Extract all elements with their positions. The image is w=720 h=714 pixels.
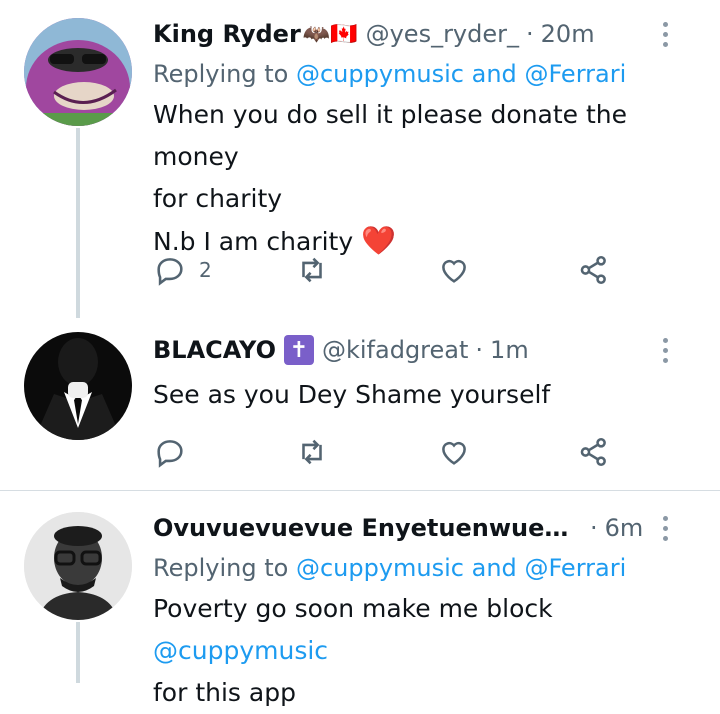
author-emoji: 🦇🇨🇦 — [302, 21, 358, 47]
avatar-blacayo[interactable] — [24, 332, 132, 440]
like-icon — [442, 259, 466, 283]
reply-icon — [157, 258, 183, 286]
avatar-ovuvuevuevue[interactable] — [24, 512, 132, 620]
share-icon — [580, 437, 606, 467]
share-button[interactable] — [577, 250, 611, 290]
tweet-text: When you do sell it please donate the mo… — [153, 100, 628, 257]
replying-to: Replying to @cuppymusic and @Ferrari — [153, 60, 627, 88]
replying-to: Replying to @cuppymusic and @Ferrari — [153, 554, 627, 582]
timestamp[interactable]: 20m — [541, 20, 595, 48]
author-name[interactable]: BLACAYO — [153, 336, 276, 364]
mention-cuppymusic[interactable]: @cuppymusic — [153, 636, 328, 665]
tweet-text: Poverty go soon make me block @cuppymusi… — [153, 594, 553, 707]
author-name[interactable]: Ovuvuevuevue Enyetuenwuevue Ug... — [153, 514, 583, 542]
mention-ferrari[interactable]: @Ferrari — [524, 60, 626, 88]
author-name[interactable]: King Ryder — [153, 20, 301, 48]
mention-ferrari[interactable]: @Ferrari — [524, 554, 626, 582]
separator: · — [526, 20, 534, 48]
mention-cuppymusic[interactable]: @cuppymusic — [296, 60, 464, 88]
author-handle[interactable]: @yes_ryder_ — [366, 20, 519, 48]
retweet-button[interactable] — [295, 432, 329, 472]
cross-emoji: ✝ — [283, 335, 314, 365]
retweet-icon — [302, 439, 322, 465]
share-icon — [580, 255, 606, 285]
timestamp[interactable]: 1m — [490, 336, 529, 364]
tweet-divider — [0, 490, 720, 491]
retweet-icon — [302, 257, 322, 283]
reply-button[interactable] — [153, 432, 187, 472]
share-button[interactable] — [577, 432, 611, 472]
reply-button[interactable]: 2 — [153, 250, 212, 290]
retweet-button[interactable] — [295, 250, 329, 290]
reply-icon — [157, 440, 183, 468]
tweet-text: See as you Dey Shame yourself — [153, 380, 551, 409]
more-icon[interactable] — [650, 508, 680, 548]
mention-cuppymusic[interactable]: @cuppymusic — [296, 554, 464, 582]
more-icon[interactable] — [650, 14, 680, 54]
more-icon[interactable] — [650, 330, 680, 370]
separator: · — [590, 514, 598, 542]
like-icon — [442, 441, 466, 465]
like-button[interactable] — [437, 250, 471, 290]
thread-line — [76, 622, 80, 683]
timestamp[interactable]: 6m — [605, 514, 644, 542]
avatar-king-ryder[interactable] — [24, 18, 132, 126]
author-handle[interactable]: @kifadgreat — [322, 336, 468, 364]
thread-line — [76, 128, 80, 318]
separator: · — [475, 336, 484, 364]
like-button[interactable] — [437, 432, 471, 472]
reply-count: 2 — [199, 258, 212, 282]
